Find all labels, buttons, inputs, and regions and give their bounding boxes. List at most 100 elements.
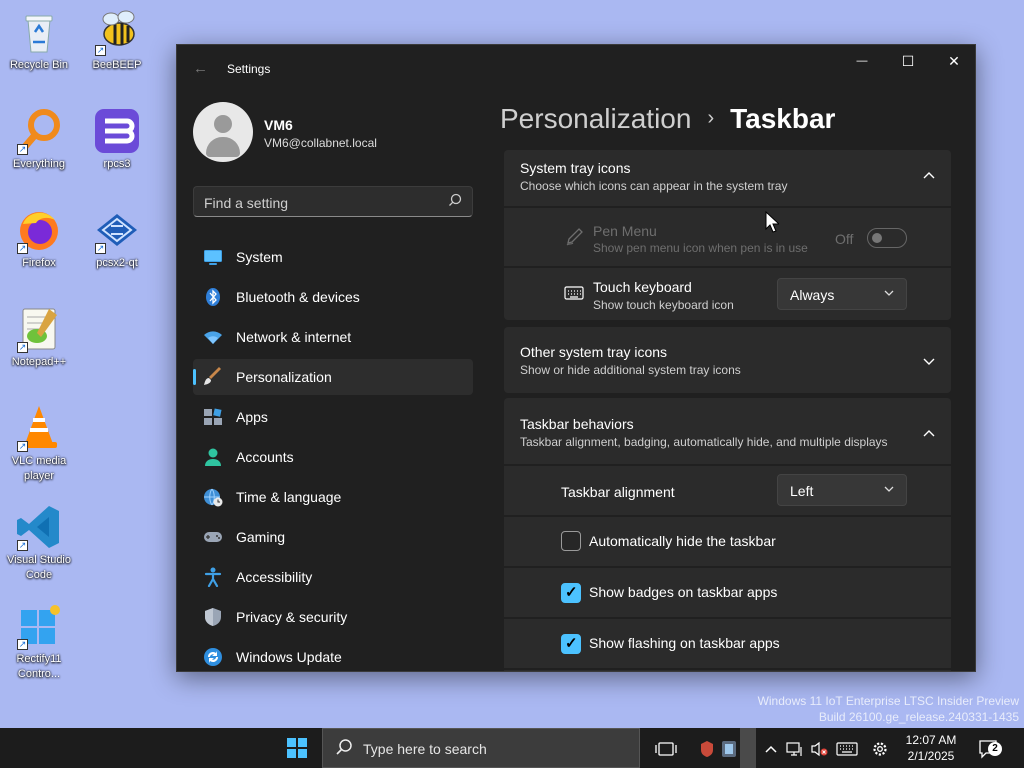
volume-tray-button[interactable] [808, 728, 830, 768]
find-setting-search-input[interactable]: Find a setting [193, 186, 473, 217]
accessibility-icon [203, 567, 223, 588]
nav-item-apps[interactable]: Apps [193, 399, 473, 435]
shortcut-arrow-icon: ↗ [17, 243, 28, 254]
desktop-icon-label: Everything [13, 158, 65, 170]
desktop-icon-label: rpcs3 [103, 158, 131, 170]
vlc-cone-icon: ↗ [15, 404, 63, 452]
monitor-icon [203, 247, 223, 267]
desktop-icon-rectify11[interactable]: ↗ Rectify11 Contro... [0, 602, 78, 682]
other-system-tray-icons-header[interactable]: Other system tray icons Show or hide add… [504, 327, 951, 393]
desktop-icon-label: VLC media player [11, 455, 67, 482]
user-email: VM6@collabnet.local [264, 136, 377, 150]
shield-icon [203, 607, 223, 627]
clock-time: 12:07 AM [905, 733, 957, 747]
touch-keyboard-dropdown[interactable]: Always [777, 278, 907, 310]
badges-checkbox[interactable] [561, 583, 581, 603]
close-button[interactable]: ✕ [931, 45, 975, 77]
taskbar-alignment-dropdown[interactable]: Left [777, 474, 907, 506]
auto-hide-checkbox[interactable] [561, 531, 581, 551]
vscode-icon: ↗ [15, 503, 63, 551]
controller-icon [203, 527, 223, 547]
breadcrumb-separator: › [707, 107, 715, 129]
clock[interactable]: 12:07 AM 2/1/2025 [896, 732, 966, 764]
desktop-icon-everything[interactable]: ↗ Everything [0, 107, 78, 172]
back-arrow-icon[interactable]: ← [193, 60, 208, 77]
apps-icon [203, 407, 223, 427]
taskbar-behaviors-header[interactable]: Taskbar behaviors Taskbar alignment, bad… [504, 398, 951, 464]
nav-item-bluetooth[interactable]: Bluetooth & devices [193, 279, 473, 315]
nav-item-personalization[interactable]: Personalization [193, 359, 473, 395]
auto-hide-row[interactable]: Automatically hide the taskbar [504, 517, 951, 566]
pen-icon [564, 227, 584, 252]
desktop-icon-label: BeeBEEP [92, 59, 142, 71]
flashing-row[interactable]: Show flashing on taskbar apps [504, 619, 951, 668]
nav-item-gaming[interactable]: Gaming [193, 519, 473, 555]
notification-count-badge: 2 [988, 742, 1002, 756]
touch-keyboard-tray-button[interactable] [834, 728, 860, 768]
search-placeholder: Find a setting [204, 195, 289, 211]
search-icon [448, 193, 462, 210]
desktop-icon-rpcs3[interactable]: rpcs3 [78, 107, 156, 172]
user-name: VM6 [264, 117, 293, 133]
watermark-edition: Windows 11 IoT Enterprise LTSC Insider P… [757, 694, 1019, 708]
task-view-icon [655, 742, 677, 756]
keyboard-icon [836, 742, 858, 756]
title-bar: ← Settings — ☐ ✕ [177, 45, 975, 93]
desktop-icon-label: Visual Studio Code [6, 554, 71, 581]
chevron-down-icon [884, 288, 894, 299]
desktop-icon-label: Rectify11 Contro... [16, 653, 62, 680]
taskbar-app-settings[interactable] [718, 728, 740, 768]
avatar[interactable] [193, 102, 253, 162]
system-tray-icons-header[interactable]: System tray icons Choose which icons can… [504, 150, 951, 206]
nav-item-network[interactable]: Network & internet [193, 319, 473, 355]
desktop-icon-vlc[interactable]: ↗ VLC media player [0, 404, 78, 484]
chevron-down-icon [884, 484, 894, 495]
next-row-partial [504, 670, 951, 671]
maximize-button[interactable]: ☐ [885, 45, 931, 77]
chevron-up-icon [923, 426, 935, 440]
nav-item-accessibility[interactable]: Accessibility [193, 559, 473, 595]
bee-icon: ↗ [93, 8, 141, 56]
chevron-up-icon [765, 746, 777, 753]
desktop-icon-pcsx2[interactable]: ↗ pcsx2-qt [78, 206, 156, 271]
settings-app-icon [722, 741, 736, 758]
recycle-bin-icon [15, 8, 63, 56]
task-view-button[interactable] [650, 728, 682, 768]
minimize-button[interactable]: — [839, 45, 885, 77]
pen-menu-toggle[interactable] [867, 228, 907, 248]
volume-muted-icon [811, 742, 828, 757]
nav-item-system[interactable]: System [193, 239, 473, 275]
taskbar: Type here to search 12:07 AM 2/1/2025 2 [0, 728, 1024, 768]
page-title: Taskbar [730, 103, 836, 134]
start-button[interactable] [276, 728, 318, 768]
settings-tray-button[interactable] [868, 728, 892, 768]
update-icon [203, 647, 223, 667]
firefox-icon: ↗ [15, 206, 63, 254]
globe-clock-icon [203, 487, 223, 507]
desktop-icon-label: Recycle Bin [9, 59, 69, 71]
badges-row[interactable]: Show badges on taskbar apps [504, 568, 951, 617]
touch-keyboard-row: Touch keyboard Show touch keyboard icon … [504, 268, 951, 320]
notification-center-button[interactable]: 2 [974, 728, 1004, 768]
taskbar-app-1[interactable] [696, 728, 718, 768]
show-hidden-icons-button[interactable] [762, 728, 780, 768]
desktop-icon-label: Firefox [22, 257, 56, 269]
desktop-icon-label: pcsx2-qt [96, 257, 138, 269]
network-tray-button[interactable] [784, 728, 806, 768]
taskbar-search-input[interactable]: Type here to search [322, 728, 640, 768]
nav-item-time-language[interactable]: Time & language [193, 479, 473, 515]
desktop-icon-vscode[interactable]: ↗ Visual Studio Code [0, 503, 78, 583]
nav-item-accounts[interactable]: Accounts [193, 439, 473, 475]
settings-window: ← Settings — ☐ ✕ VM6 VM6@collabnet.local… [176, 44, 976, 672]
nav-item-windows-update[interactable]: Windows Update [193, 639, 473, 671]
desktop-icon-firefox[interactable]: ↗ Firefox [0, 206, 78, 271]
flashing-checkbox[interactable] [561, 634, 581, 654]
shortcut-arrow-icon: ↗ [95, 45, 106, 56]
desktop-icon-notepad-plus-plus[interactable]: ↗ Notepad++ [0, 305, 78, 370]
brush-icon [203, 367, 223, 387]
breadcrumb-parent[interactable]: Personalization [500, 103, 691, 134]
desktop-icon-recycle-bin[interactable]: Recycle Bin [0, 8, 78, 73]
gear-icon [873, 742, 887, 756]
nav-item-privacy[interactable]: Privacy & security [193, 599, 473, 635]
desktop-icon-beebeep[interactable]: ↗ BeeBEEP [78, 8, 156, 73]
